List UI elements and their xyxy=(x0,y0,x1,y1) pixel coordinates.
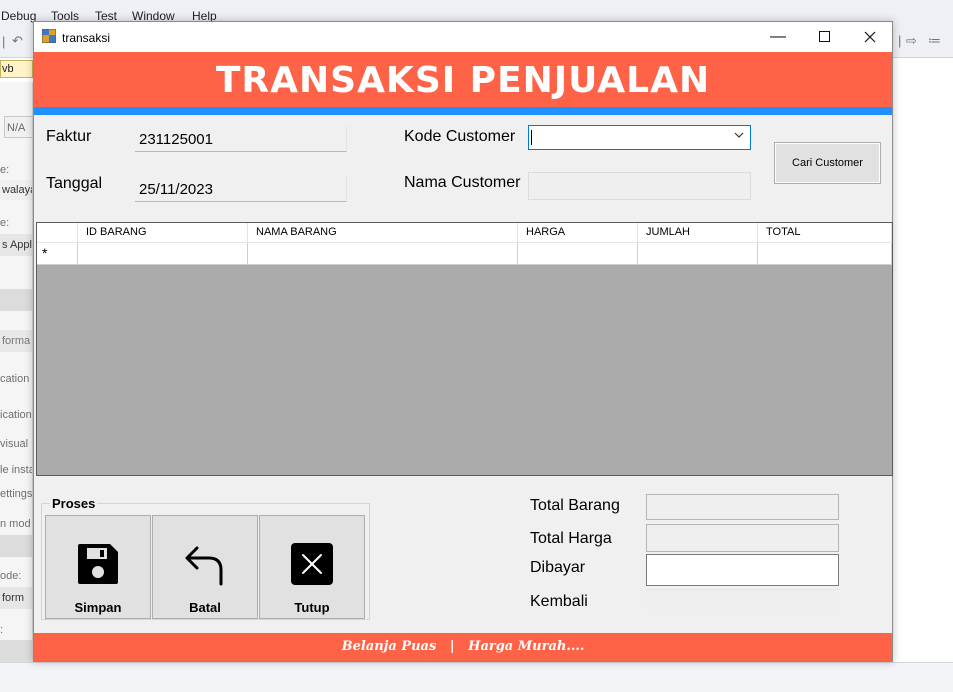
ide-tab-label: vb xyxy=(2,63,14,75)
format-icon[interactable]: ≔ xyxy=(928,33,941,49)
column-header-total[interactable]: TOTAL xyxy=(758,223,892,242)
prop-section: forma xyxy=(0,330,32,352)
column-header-nama-barang[interactable]: NAMA BARANG xyxy=(248,223,518,242)
close-box-icon xyxy=(291,543,333,585)
faktur-label: Faktur xyxy=(46,128,92,145)
total-harga-label: Total Harga xyxy=(530,530,612,547)
prop-label: ode: xyxy=(0,570,22,582)
simpan-label: Simpan xyxy=(74,600,122,615)
kembali-field[interactable] xyxy=(646,589,839,615)
prop-band xyxy=(0,535,32,557)
total-barang-label: Total Barang xyxy=(530,497,620,514)
footer-banner: Belanja Puas | Harga Murah.... xyxy=(34,633,892,661)
faktur-field[interactable]: 231125001 xyxy=(135,126,347,152)
window-title: transaksi xyxy=(62,31,111,45)
ide-properties-panel: N/A e: walaya e: s Appl forma cation ica… xyxy=(0,82,33,662)
barang-grid[interactable]: ID BARANG NAMA BARANG HARGA JUMLAH TOTAL… xyxy=(36,222,893,476)
app-form-icon xyxy=(42,29,56,43)
proses-group: Proses Simpan Batal Tutup xyxy=(41,496,370,620)
nama-customer-label: Nama Customer xyxy=(404,174,521,191)
menu-debug[interactable]: Debug xyxy=(1,9,36,23)
close-icon xyxy=(864,31,876,43)
minimize-icon: — xyxy=(770,28,786,45)
prop-label: e: xyxy=(0,217,10,229)
separator-icon: | xyxy=(2,34,6,49)
table-row[interactable]: * xyxy=(37,243,892,265)
column-header-id-barang[interactable]: ID BARANG xyxy=(78,223,248,242)
cell-id-barang[interactable] xyxy=(78,243,248,264)
maximize-icon xyxy=(818,31,830,43)
batal-button[interactable]: Batal xyxy=(152,515,258,619)
save-icon xyxy=(78,544,118,584)
ide-status-area xyxy=(0,662,953,692)
prop-item: n mod xyxy=(0,518,31,530)
prop-value: s Appl xyxy=(0,234,32,256)
chevron-down-icon[interactable] xyxy=(734,129,744,143)
row-header-cell xyxy=(37,223,78,242)
simpan-button[interactable]: Simpan xyxy=(45,515,151,619)
prop-label: e: xyxy=(0,164,10,176)
ide-right-area xyxy=(893,60,953,660)
kode-customer-combo[interactable] xyxy=(528,125,751,150)
step-icon[interactable]: ⇨ xyxy=(906,33,917,49)
text-caret xyxy=(531,130,532,145)
cari-customer-button[interactable]: Cari Customer xyxy=(774,142,881,184)
prop-item: cation xyxy=(0,373,30,385)
undo-icon xyxy=(185,546,223,586)
tanggal-label: Tanggal xyxy=(46,175,103,192)
ide-file-tab[interactable]: vb xyxy=(0,60,33,78)
title-bar[interactable]: transaksi — xyxy=(34,22,892,52)
prop-value: form xyxy=(0,587,32,609)
prop-value: walaya xyxy=(0,180,32,200)
prop-item: le insta xyxy=(0,464,33,476)
dibayar-label: Dibayar xyxy=(530,559,586,576)
prop-band xyxy=(0,640,32,662)
undo-icon[interactable]: ↶ xyxy=(12,33,23,49)
cell-nama-barang[interactable] xyxy=(248,243,518,264)
proses-legend: Proses xyxy=(50,496,98,511)
new-row-marker: * xyxy=(37,243,78,264)
header-banner: TRANSAKSI PENJUALAN xyxy=(34,52,892,107)
separator-icon: | xyxy=(898,33,902,48)
transaksi-window: transaksi — TRANSAKSI PENJUALAN Faktur 2… xyxy=(33,21,893,662)
total-barang-field[interactable] xyxy=(646,494,839,520)
maximize-button[interactable] xyxy=(801,22,847,52)
minimize-button[interactable]: — xyxy=(755,22,801,52)
close-button[interactable] xyxy=(847,22,893,52)
kode-customer-label: Kode Customer xyxy=(404,128,516,145)
cell-total[interactable] xyxy=(758,243,892,264)
dibayar-field[interactable] xyxy=(646,554,839,586)
total-harga-field[interactable] xyxy=(646,524,839,552)
prop-item: visual xyxy=(0,438,29,450)
tutup-label: Tutup xyxy=(294,600,330,615)
column-header-jumlah[interactable]: JUMLAH xyxy=(638,223,758,242)
cell-harga[interactable] xyxy=(518,243,638,264)
kembali-label: Kembali xyxy=(530,593,588,610)
prop-band xyxy=(0,289,32,311)
column-header-harga[interactable]: HARGA xyxy=(518,223,638,242)
prop-item: ettings xyxy=(0,488,33,500)
na-field: N/A xyxy=(4,116,32,138)
batal-label: Batal xyxy=(189,600,221,615)
cell-jumlah[interactable] xyxy=(638,243,758,264)
grid-header: ID BARANG NAMA BARANG HARGA JUMLAH TOTAL xyxy=(37,223,892,243)
header-stripe xyxy=(34,107,892,115)
tutup-button[interactable]: Tutup xyxy=(259,515,365,619)
prop-item: ication xyxy=(0,409,32,421)
nama-customer-field[interactable] xyxy=(528,172,751,200)
prop-label: : xyxy=(0,624,4,636)
tanggal-field[interactable]: 25/11/2023 xyxy=(135,176,347,202)
page-title: TRANSAKSI PENJUALAN xyxy=(215,60,711,101)
